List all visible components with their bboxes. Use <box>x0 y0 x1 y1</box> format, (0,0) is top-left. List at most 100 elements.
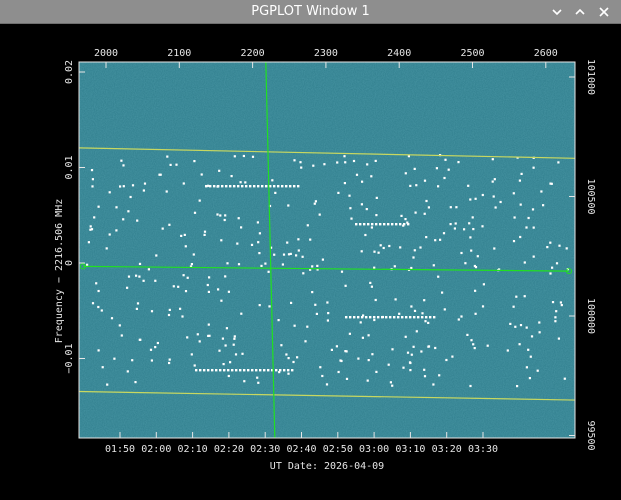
detection-point <box>469 198 472 201</box>
detection-streak-point <box>279 369 282 372</box>
detection-point <box>348 332 351 335</box>
detection-point <box>474 312 477 315</box>
detection-point <box>127 275 131 278</box>
detection-point <box>427 345 431 348</box>
detection-point <box>512 240 516 243</box>
chevron-down-icon <box>552 9 562 16</box>
detection-point <box>233 155 236 158</box>
detection-streak-point <box>367 223 370 226</box>
detection-point <box>425 236 428 239</box>
detection-streak-point <box>267 369 270 372</box>
detection-point <box>449 223 452 226</box>
detection-point <box>558 244 561 247</box>
detection-point <box>434 346 437 350</box>
detection-point <box>97 305 100 309</box>
detection-point <box>299 161 302 164</box>
detection-point <box>225 327 228 330</box>
detection-streak-point <box>371 223 374 226</box>
close-icon <box>599 7 609 17</box>
detection-point <box>374 298 377 302</box>
detection-point <box>563 377 566 380</box>
detection-streak-point <box>219 369 222 372</box>
detection-streak-point <box>425 316 428 319</box>
detection-point <box>414 211 417 214</box>
detection-point <box>222 363 225 366</box>
detection-point <box>513 216 516 219</box>
detection-point <box>122 164 125 167</box>
detection-point <box>321 258 324 261</box>
detection-streak-point <box>293 185 296 188</box>
detection-point <box>447 168 450 171</box>
detection-point <box>415 330 418 333</box>
detection-point <box>326 319 329 322</box>
detection-point <box>375 196 378 199</box>
detection-streak-point <box>281 185 284 188</box>
detection-point <box>227 290 230 293</box>
detection-streak-point <box>291 369 294 372</box>
detection-point <box>158 173 161 176</box>
detection-point <box>460 251 463 255</box>
detection-point <box>313 202 316 205</box>
detection-point <box>551 301 555 304</box>
detection-point <box>423 179 427 182</box>
detection-point <box>337 370 340 374</box>
detection-point <box>193 160 196 163</box>
detection-point <box>523 295 526 298</box>
detection-point <box>193 211 197 214</box>
detection-streak-point <box>421 316 424 319</box>
detection-point <box>492 195 495 198</box>
detection-streak-point <box>395 223 398 226</box>
detection-point <box>321 374 324 378</box>
detection-point <box>136 219 139 222</box>
detection-point <box>233 337 236 340</box>
detection-point <box>423 299 426 302</box>
detection-point <box>506 349 509 352</box>
bottom-x-tick-label: 02:10 <box>178 444 208 455</box>
detection-point <box>529 355 532 358</box>
detection-streak-point <box>247 369 250 372</box>
maximize-button[interactable] <box>570 2 590 22</box>
detection-streak-point <box>255 369 258 372</box>
detection-point <box>374 159 377 162</box>
detection-point <box>226 262 229 265</box>
detection-point <box>474 266 478 269</box>
detection-point <box>290 301 293 304</box>
detection-point <box>382 246 385 250</box>
detection-point <box>443 308 446 311</box>
detection-point <box>560 304 563 307</box>
detection-point <box>427 206 430 209</box>
detection-point <box>518 343 521 346</box>
detection-point <box>192 253 195 256</box>
minimize-button[interactable] <box>547 2 567 22</box>
detection-point <box>326 301 329 304</box>
close-button[interactable] <box>594 2 614 22</box>
detection-streak-point <box>241 185 244 188</box>
detection-point <box>287 372 290 375</box>
detection-point <box>538 321 541 324</box>
detection-point <box>523 261 526 264</box>
detection-point <box>551 266 554 269</box>
detection-point <box>306 325 309 328</box>
title-bar[interactable]: PGPLOT Window 1 <box>0 0 621 24</box>
detection-point <box>219 214 222 217</box>
detection-streak-point <box>265 185 268 188</box>
detection-streak-point <box>257 185 260 188</box>
detection-streak-point <box>249 185 252 188</box>
detection-point <box>410 266 413 270</box>
detection-point <box>93 216 96 219</box>
window-title: PGPLOT Window 1 <box>251 4 370 19</box>
detection-point <box>370 285 373 288</box>
detection-point <box>126 370 129 373</box>
detection-point <box>493 247 496 250</box>
detection-point <box>224 344 227 347</box>
detection-streak-point <box>379 223 382 226</box>
detection-point <box>525 226 528 229</box>
detection-point <box>532 255 535 258</box>
detection-streak-point <box>369 316 372 319</box>
detection-point <box>258 304 261 307</box>
detection-point <box>169 163 172 166</box>
bottom-x-tick-label: 02:30 <box>250 444 280 455</box>
detection-point <box>106 383 109 386</box>
top-x-tick-label: 2000 <box>94 48 118 59</box>
detection-point <box>445 358 448 362</box>
